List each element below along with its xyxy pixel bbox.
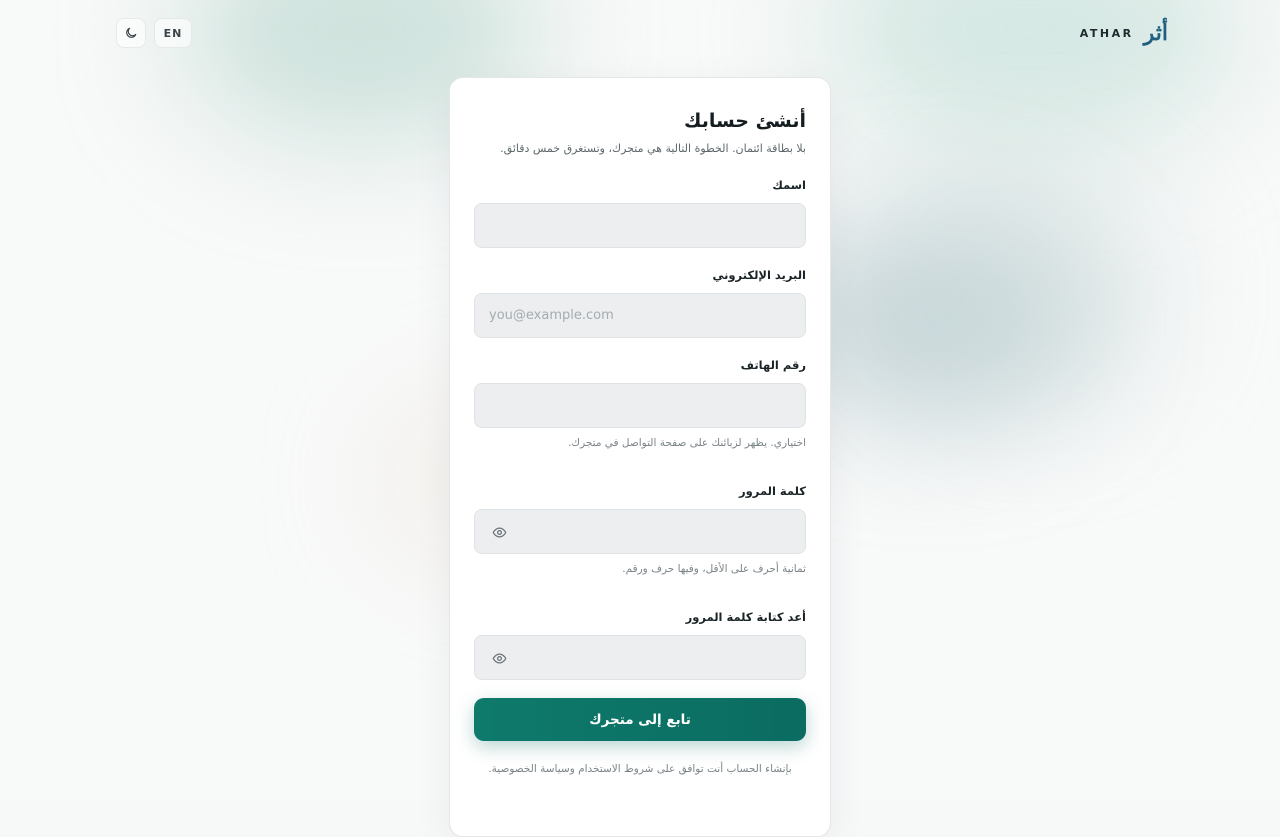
phone-input[interactable] [474, 383, 806, 428]
brand[interactable]: ATHAR أثر [1080, 18, 1168, 48]
eye-icon [492, 525, 507, 540]
language-toggle-button[interactable]: EN [154, 18, 192, 48]
password-field: كلمة المرور ثمانية أحرف على الأقل، وفيها… [474, 484, 806, 575]
theme-toggle-button[interactable] [116, 18, 146, 48]
password-input-wrap [474, 509, 806, 554]
name-label: اسمك [474, 178, 806, 192]
email-label: البريد الإلكتروني [474, 268, 806, 282]
phone-field: رقم الهاتف اختياري. يظهر لزبائنك على صفح… [474, 358, 806, 449]
password-hint: ثمانية أحرف على الأقل، وفيها حرف ورقم. [474, 563, 806, 575]
page-subtitle: بلا بطاقة ائتمان. الخطوة التالية هي متجر… [474, 142, 806, 155]
brand-name: ATHAR [1080, 27, 1134, 40]
confirm-password-label: أعد كتابة كلمة المرور [474, 610, 806, 624]
top-bar: EN ATHAR أثر [0, 0, 1280, 66]
phone-hint: اختياري. يظهر لزبائنك على صفحة التواصل ف… [474, 437, 806, 449]
email-field: البريد الإلكتروني [474, 268, 806, 338]
confirm-password-input-wrap [474, 635, 806, 680]
background-blob [900, 180, 1160, 400]
confirm-password-field: أعد كتابة كلمة المرور [474, 610, 806, 680]
eye-icon [492, 651, 507, 666]
show-confirm-password-button[interactable] [490, 649, 508, 667]
submit-button[interactable]: تابع إلى متجرك [474, 698, 806, 741]
email-input[interactable] [474, 293, 806, 338]
page-title: أنشئ حسابك [474, 110, 806, 132]
password-input[interactable] [474, 509, 806, 554]
brand-logo: أثر [1144, 22, 1168, 44]
terms-text: بإنشاء الحساب أنت توافق على شروط الاستخد… [474, 763, 806, 775]
phone-label: رقم الهاتف [474, 358, 806, 372]
confirm-password-input[interactable] [474, 635, 806, 680]
signup-card: أنشئ حسابك بلا بطاقة ائتمان. الخطوة التا… [449, 77, 831, 837]
show-password-button[interactable] [490, 523, 508, 541]
name-input[interactable] [474, 203, 806, 248]
name-field: اسمك [474, 178, 806, 248]
moon-icon [124, 26, 138, 40]
password-label: كلمة المرور [474, 484, 806, 498]
